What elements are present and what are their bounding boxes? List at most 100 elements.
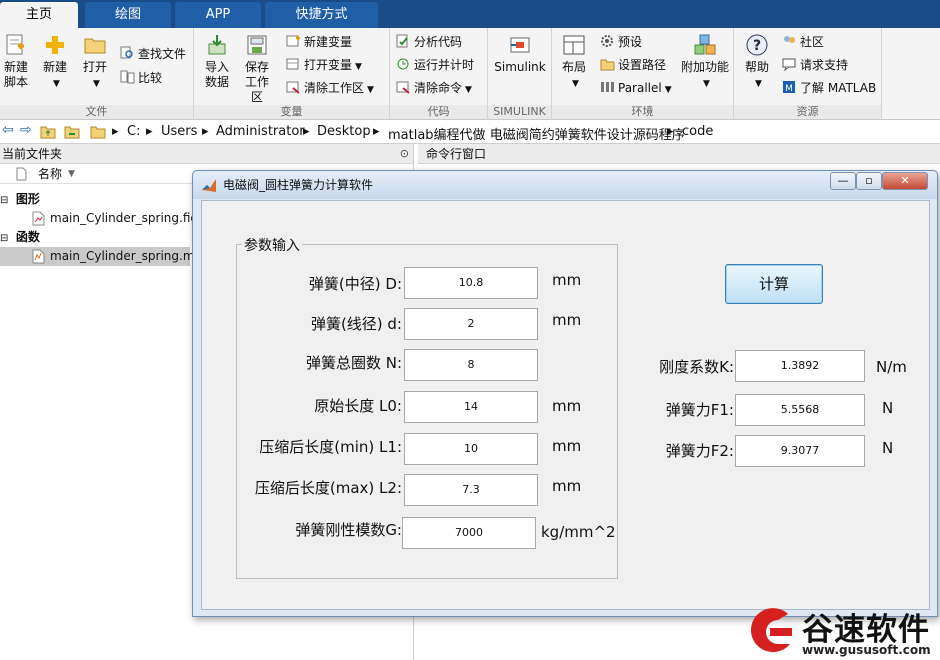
new-script-button[interactable]: 新建 脚本 xyxy=(2,34,30,90)
compare-button[interactable]: 比较 xyxy=(120,68,162,88)
shear-modulus-input[interactable]: 7000 xyxy=(402,517,536,549)
chevron-down-icon: ▼ xyxy=(93,79,100,89)
new-button[interactable]: 新建 ▼ xyxy=(40,34,70,92)
help-button[interactable]: ? 帮助 ▼ xyxy=(740,34,774,92)
breadcrumb-item[interactable]: code xyxy=(682,124,713,139)
dialog-titlebar[interactable]: 电磁阀_圆柱弹簧力计算软件 — ▫ ✕ xyxy=(193,171,937,199)
help-icon: ? xyxy=(746,34,768,56)
analyze-code-button[interactable]: 分析代码 xyxy=(396,32,462,52)
forward-arrow-icon[interactable]: ⇨ xyxy=(20,122,32,138)
svg-text:?: ? xyxy=(753,38,761,54)
stiffness-output: 1.3892 xyxy=(735,350,865,382)
breadcrumb-separator: ▸ xyxy=(667,124,674,139)
wire-diameter-input[interactable]: 2 xyxy=(404,308,538,340)
calculator-dialog: 电磁阀_圆柱弹簧力计算软件 — ▫ ✕ 参数输入 弹簧(中径) D: 10.8 … xyxy=(192,170,938,617)
collapse-icon[interactable]: ⊟ xyxy=(0,191,10,210)
close-button[interactable]: ✕ xyxy=(882,172,928,190)
learn-matlab-button[interactable]: M 了解 MATLAB xyxy=(782,78,876,98)
tab-home[interactable]: 主页 xyxy=(0,2,78,28)
new-variable-button[interactable]: 新建变量 xyxy=(286,32,352,52)
command-window-title: 命令行窗口 xyxy=(426,147,487,161)
compressed-length-max-input[interactable]: 7.3 xyxy=(404,474,538,506)
collapse-icon[interactable]: ⊟ xyxy=(0,229,10,248)
total-coils-input[interactable]: 8 xyxy=(404,349,538,381)
request-support-button[interactable]: 请求支持 xyxy=(782,55,848,75)
clear-workspace-icon xyxy=(286,81,300,94)
chevron-down-icon: ▼ xyxy=(755,79,762,89)
chevron-down-icon: ▼ xyxy=(465,85,472,95)
new-icon xyxy=(46,36,64,54)
community-button[interactable]: 社区 xyxy=(782,32,824,52)
tree-group-header[interactable]: ⊟ 图形 xyxy=(0,190,190,209)
watermark-url: www.gususoft.com xyxy=(802,643,931,657)
chevron-down-icon: ▼ xyxy=(53,79,60,89)
spring-force-f2-label: 弹簧力F2: xyxy=(665,442,734,460)
folder-open-icon xyxy=(84,38,106,54)
save-workspace-button[interactable]: 保存 工作区 xyxy=(240,34,274,105)
find-files-button[interactable]: 查找文件 xyxy=(120,44,186,64)
clear-workspace-button[interactable]: 清除工作区 ▼ xyxy=(286,78,374,98)
minimize-button[interactable]: — xyxy=(830,172,856,190)
addons-icon xyxy=(694,34,716,55)
chevron-down-icon: ▼ xyxy=(572,79,579,89)
breadcrumb-item[interactable]: Administrator xyxy=(216,124,305,139)
compare-icon xyxy=(120,70,135,84)
tab-apps[interactable]: APP xyxy=(175,2,261,28)
panel-menu-icon[interactable]: ⊙ xyxy=(400,144,409,164)
current-folder-title: 当前文件夹 xyxy=(2,147,63,161)
back-arrow-icon[interactable]: ⇦ xyxy=(2,122,14,138)
breadcrumb-item[interactable]: Desktop xyxy=(317,124,371,139)
fig-file-icon xyxy=(32,211,45,226)
breadcrumb-item[interactable]: matlab编程代做 电磁阀简约弹簧软件设计源码程序 xyxy=(388,124,685,143)
sort-chevron-icon[interactable]: ▼ xyxy=(68,164,75,184)
new-script-icon xyxy=(6,34,24,55)
free-length-input[interactable]: 14 xyxy=(404,391,538,423)
open-variable-button[interactable]: 打开变量 ▼ xyxy=(286,55,362,75)
wire-diameter-unit: mm xyxy=(552,311,582,329)
clear-commands-button[interactable]: 清除命令 ▼ xyxy=(396,78,472,98)
breadcrumb-separator: ▸ xyxy=(202,124,209,139)
tab-plots[interactable]: 绘图 xyxy=(85,2,171,28)
import-data-button[interactable]: 导入 数据 xyxy=(202,34,232,90)
layout-button[interactable]: 布局 ▼ xyxy=(558,34,590,92)
spring-force-f1-label: 弹簧力F1: xyxy=(665,401,734,419)
simulink-button[interactable]: Simulink xyxy=(494,34,546,75)
preferences-button[interactable]: 预设 xyxy=(600,32,642,52)
resources-group: ? 帮助 ▼ 社区 请求支持 M 了解 MATLAB 资源 xyxy=(734,28,882,120)
breadcrumb-item[interactable]: C: xyxy=(127,124,140,139)
import-data-icon xyxy=(208,35,226,55)
list-item[interactable]: main_Cylinder_spring.fig xyxy=(0,209,198,228)
maximize-button[interactable]: ▫ xyxy=(856,172,882,190)
run-and-time-icon xyxy=(397,58,409,70)
environment-group-label: 环境 xyxy=(552,105,733,119)
calculate-button[interactable]: 计算 xyxy=(725,264,823,304)
mean-diameter-label: 弹簧(中径) D: xyxy=(308,275,402,293)
parallel-button[interactable]: Parallel ▼ xyxy=(600,78,672,98)
save-workspace-icon xyxy=(247,35,267,55)
layout-icon xyxy=(563,35,585,55)
breadcrumb-separator: ▸ xyxy=(373,124,380,139)
breadcrumb-item[interactable]: Users xyxy=(161,124,197,139)
chevron-down-icon: ▼ xyxy=(703,79,710,89)
tab-shortcuts[interactable]: 快捷方式 xyxy=(265,2,378,28)
parallel-icon xyxy=(601,82,614,92)
addons-button[interactable]: 附加功能 ▼ xyxy=(680,34,730,92)
tree-group-header[interactable]: ⊟ 函数 xyxy=(0,228,190,247)
total-coils-label: 弹簧总圈数 N: xyxy=(305,354,402,372)
mean-diameter-input[interactable]: 10.8 xyxy=(404,267,538,299)
new-variable-icon xyxy=(286,35,300,47)
free-length-unit: mm xyxy=(552,397,582,415)
m-file-icon xyxy=(32,249,45,264)
list-item-selected[interactable]: main_Cylinder_spring.m xyxy=(0,247,195,266)
run-and-time-button[interactable]: 运行并计时 xyxy=(396,55,474,75)
open-button[interactable]: 打开 ▼ xyxy=(80,34,110,92)
toolstrip-tab-bar: 主页 绘图 APP 快捷方式 xyxy=(0,0,940,28)
wire-diameter-label: 弹簧(线径) d: xyxy=(310,315,402,333)
compressed-length-min-input[interactable]: 10 xyxy=(404,433,538,465)
browse-folder-icon[interactable] xyxy=(64,124,80,139)
clear-commands-icon xyxy=(396,81,410,94)
set-path-button[interactable]: 设置路径 xyxy=(600,55,666,75)
up-folder-icon[interactable] xyxy=(40,124,56,139)
folder-icon xyxy=(600,59,615,71)
name-column-header[interactable]: 名称 xyxy=(38,164,62,184)
